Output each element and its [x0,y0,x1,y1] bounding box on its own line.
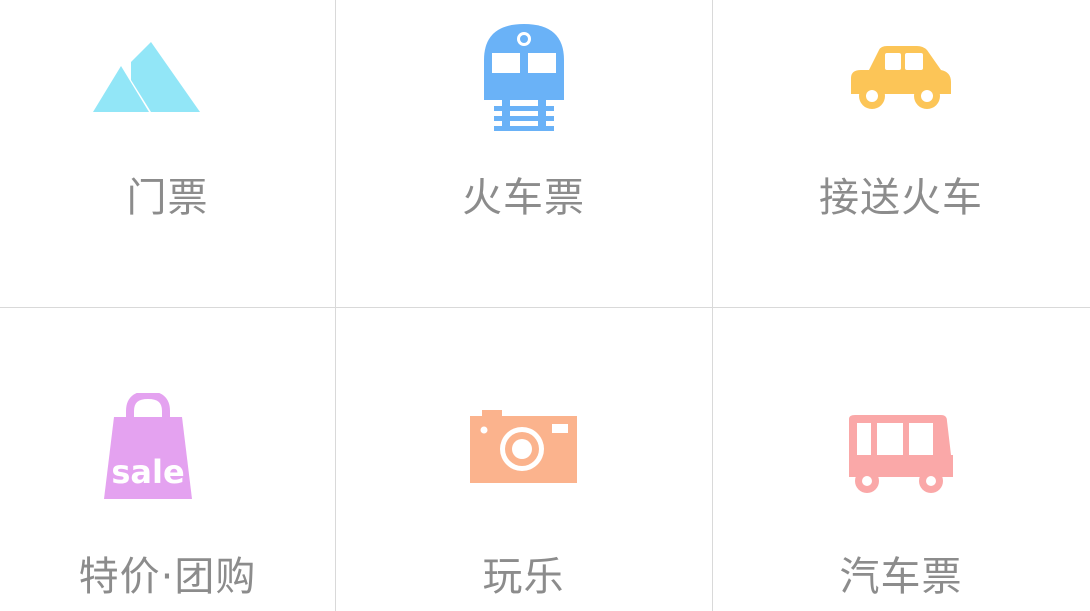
train-icon [484,24,564,131]
car-icon [851,46,951,109]
tile-label: 汽车票 [839,554,963,600]
tile-fun[interactable]: 玩乐 [335,307,712,611]
tile-bus-tickets[interactable]: 汽车票 [712,307,1090,611]
category-grid: 门票 火车票 接送火车 sale 特价·团购 玩乐 汽车票 [0,0,1090,611]
mountain-icon [93,42,200,112]
tile-label: 火车票 [462,175,585,221]
tile-label: 玩乐 [482,554,565,600]
sale-text: sale [111,453,184,491]
sale-bag-icon: sale [104,393,192,499]
tile-label: 特价·团购 [78,554,257,600]
camera-icon [470,410,577,483]
tile-label: 接送火车 [819,175,983,221]
tile-tickets[interactable]: 门票 [0,0,335,307]
tile-label: 门票 [126,175,209,221]
tile-sale-group-buy[interactable]: sale 特价·团购 [0,307,335,611]
bus-icon [849,415,953,493]
tile-train-transfer[interactable]: 接送火车 [712,0,1090,307]
tile-train-tickets[interactable]: 火车票 [335,0,712,307]
